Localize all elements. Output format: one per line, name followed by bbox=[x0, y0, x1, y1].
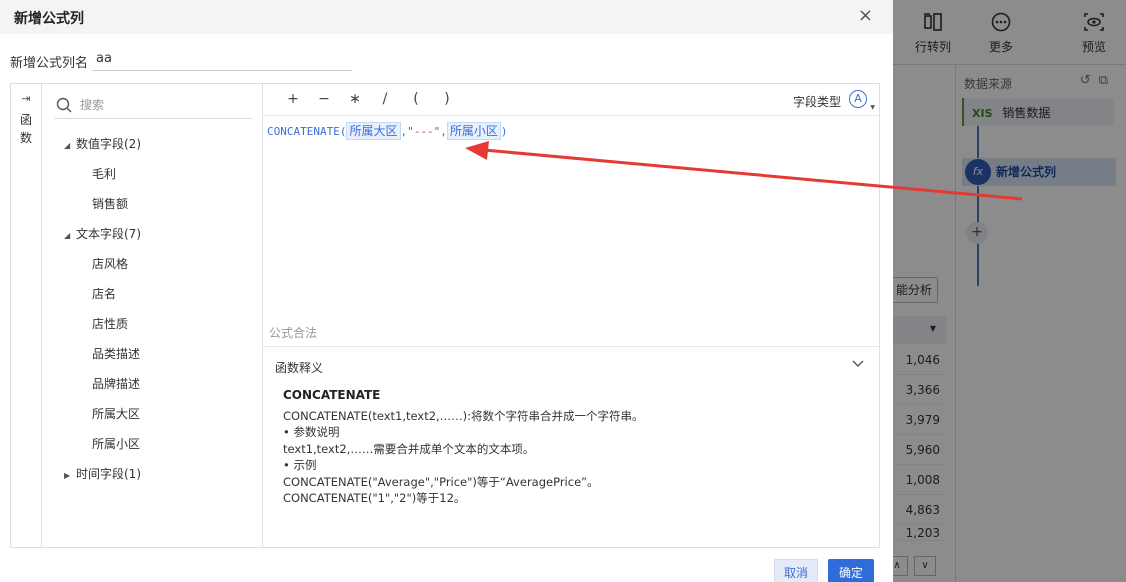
description-line: CONCATENATE(text1,text2,……):将数个字符串合并成一个字… bbox=[283, 409, 644, 423]
divider bbox=[263, 115, 879, 116]
search-input[interactable] bbox=[80, 96, 240, 114]
description-line: • 参数说明 bbox=[283, 425, 340, 440]
dialog-header: 新增公式列 × bbox=[0, 0, 893, 34]
tree-leaf[interactable]: 所属小区 bbox=[92, 435, 140, 452]
caret-right-icon: ▶ bbox=[64, 471, 71, 480]
plus-operator-button[interactable]: + bbox=[285, 91, 301, 107]
tree-group-time[interactable]: ▶ 时间字段(1) bbox=[64, 465, 141, 482]
field-type-label: 字段类型 bbox=[792, 95, 841, 109]
text-type-icon[interactable]: A bbox=[849, 90, 867, 108]
formula-input[interactable]: CONCATENATE(所属大区 ,"---", 所属小区) bbox=[267, 122, 508, 140]
tree-leaf[interactable]: 品牌描述 bbox=[92, 375, 140, 392]
caret-down-icon: ◢ bbox=[64, 141, 71, 150]
search-icon bbox=[56, 97, 72, 113]
formula-column-dialog: 新增公式列 × 新增公式列名 ⇥ 函数 ◢ 数值字段(2) 毛利 销售额 ◢ 文本字… bbox=[0, 0, 893, 582]
tree-group-label: 数值字段(2) bbox=[76, 137, 141, 151]
tree-leaf[interactable]: 所属大区 bbox=[92, 405, 140, 422]
field-list-pane: ◢ 数值字段(2) 毛利 销售额 ◢ 文本字段(7) 店风格 店名 店性质 品类描述… bbox=[42, 84, 263, 547]
description-line: • 示例 bbox=[283, 458, 317, 473]
column-name-label: 新增公式列名 bbox=[10, 56, 89, 71]
formula-editor: ⇥ 函数 ◢ 数值字段(2) 毛利 销售额 ◢ 文本字段(7) 店风格 店名 店性质… bbox=[10, 83, 880, 548]
formula-pane: + − ∗ / ( ) 字段类型 A ▼ CONCATENATE(所属大区 ,"-… bbox=[263, 84, 879, 547]
chevron-down-icon[interactable] bbox=[851, 356, 865, 370]
tree-leaf[interactable]: 毛利 bbox=[92, 165, 116, 182]
column-name-input[interactable] bbox=[92, 47, 352, 71]
formula-field-token[interactable]: 所属小区 bbox=[446, 122, 501, 140]
tree-leaf[interactable]: 店性质 bbox=[92, 315, 128, 332]
caret-down-icon[interactable]: ▼ bbox=[870, 104, 875, 111]
tree-leaf[interactable]: 店风格 bbox=[92, 255, 128, 272]
tree-group-text[interactable]: ◢ 文本字段(7) bbox=[64, 225, 141, 242]
cancel-button[interactable]: 取消 bbox=[774, 559, 818, 582]
formula-status: 公式合法 bbox=[269, 326, 318, 340]
description-line: text1,text2,……需要合并成单个文本的文本项。 bbox=[283, 441, 535, 456]
minus-operator-button[interactable]: − bbox=[316, 91, 332, 107]
close-icon[interactable]: × bbox=[858, 5, 873, 26]
function-name: CONCATENATE bbox=[283, 388, 381, 402]
description-line: CONCATENATE("Average","Price")等于“Average… bbox=[283, 474, 599, 489]
tree-group-label: 文本字段(7) bbox=[76, 227, 141, 241]
function-tab-label: 函数 bbox=[19, 113, 32, 145]
formula-function: CONCATENATE bbox=[267, 125, 340, 138]
tree-group-numeric[interactable]: ◢ 数值字段(2) bbox=[64, 135, 141, 152]
expand-arrow-icon[interactable]: ⇥ bbox=[11, 92, 41, 105]
caret-down-icon: ◢ bbox=[64, 231, 71, 240]
formula-paren: ) bbox=[500, 125, 508, 138]
divide-operator-button[interactable]: / bbox=[377, 91, 393, 107]
divider bbox=[263, 346, 879, 347]
dialog-title: 新增公式列 bbox=[14, 11, 84, 27]
description-line: CONCATENATE("1","2")等于12。 bbox=[283, 491, 466, 506]
open-paren-button[interactable]: ( bbox=[408, 91, 424, 107]
formula-string: "---" bbox=[407, 125, 441, 138]
close-paren-button[interactable]: ) bbox=[439, 91, 455, 107]
multiply-operator-button[interactable]: ∗ bbox=[347, 91, 363, 107]
tree-group-label: 时间字段(1) bbox=[76, 467, 141, 481]
tree-leaf[interactable]: 店名 bbox=[92, 285, 116, 302]
formula-comma: , bbox=[440, 125, 447, 138]
function-explain-title: 函数释义 bbox=[275, 361, 324, 375]
tree-leaf[interactable]: 品类描述 bbox=[92, 345, 140, 362]
formula-field-token[interactable]: 所属大区 bbox=[346, 122, 401, 140]
field-search bbox=[54, 90, 252, 119]
function-description: CONCATENATE(text1,text2,……):将数个字符串合并成一个字… bbox=[283, 408, 644, 506]
tree-leaf[interactable]: 销售额 bbox=[92, 195, 128, 212]
formula-paren: ( bbox=[339, 125, 347, 138]
confirm-button[interactable]: 确定 bbox=[828, 559, 874, 582]
function-tab[interactable]: ⇥ 函数 bbox=[11, 84, 42, 547]
